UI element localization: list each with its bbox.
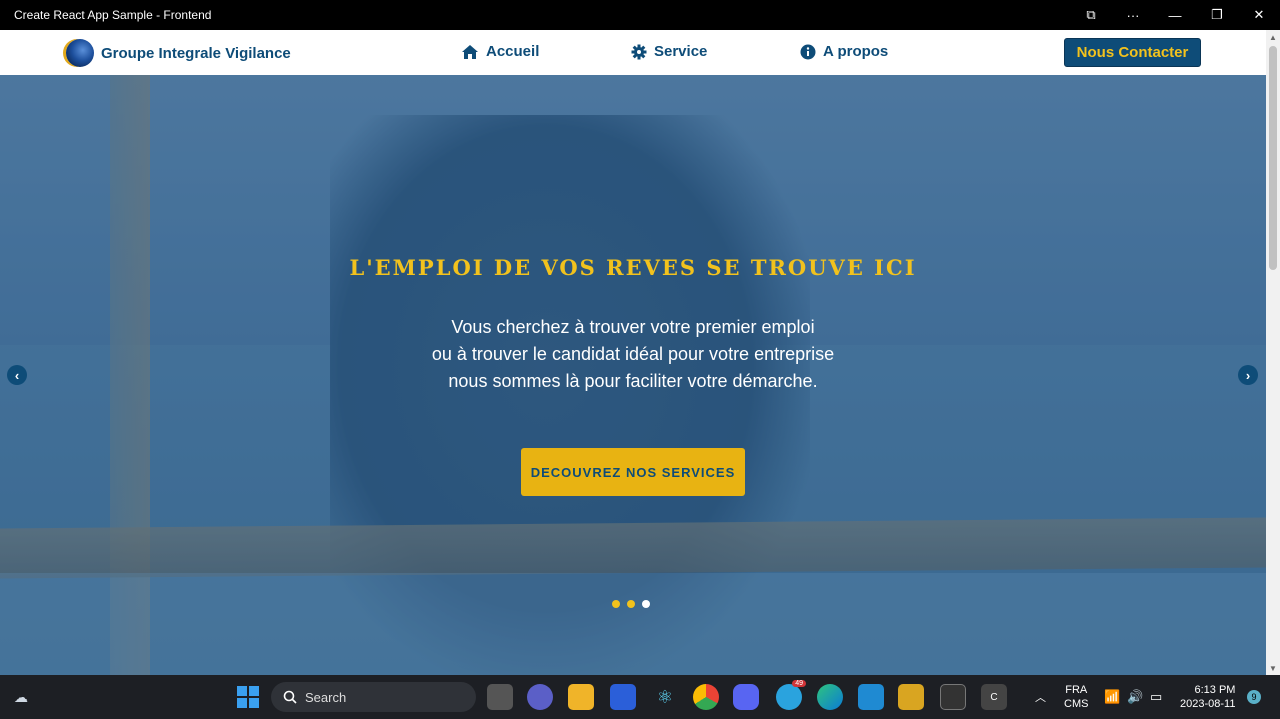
window-titlebar: Create React App Sample - Frontend ⧉ ···… (0, 0, 1280, 30)
restore-button[interactable]: ❐ (1196, 0, 1238, 30)
nav-item-a-propos[interactable]: A propos (800, 43, 888, 60)
clock[interactable]: 6:13 PM 2023-08-11 (1180, 675, 1235, 719)
tray-chevron-icon[interactable]: ︿ (1035, 675, 1046, 719)
hero-text: Vous cherchez à trouver votre premier em… (0, 314, 1266, 395)
navbar: Groupe Integrale Vigilance Accueil Servi… (0, 30, 1266, 75)
clock-date: 2023-08-11 (1180, 698, 1236, 710)
carousel-prev-button[interactable]: ‹ (7, 365, 27, 385)
hero-carousel: L'EMPLOI DE VOS REVES SE TROUVE ICI Vous… (0, 75, 1266, 675)
page-viewport: Groupe Integrale Vigilance Accueil Servi… (0, 30, 1280, 675)
teams-icon[interactable] (527, 684, 553, 710)
nav-item-label: A propos (823, 43, 889, 60)
brand-link[interactable]: Groupe Integrale Vigilance (66, 39, 291, 67)
hero-title: L'EMPLOI DE VOS REVES SE TROUVE ICI (349, 255, 917, 280)
search-icon (283, 690, 297, 704)
carousel-dot[interactable] (612, 600, 620, 608)
hero-line: Vous cherchez à trouver votre premier em… (451, 317, 815, 337)
windows-start-icon[interactable] (235, 684, 261, 710)
file-explorer-icon[interactable] (568, 684, 594, 710)
taskbar: ☁ Search ⚛ 49 C ︿ FRA CMS 📶 🔊 ▭ 6:13 PM … (0, 675, 1280, 719)
carousel-next-button[interactable]: › (1238, 365, 1258, 385)
brand-name: Groupe Integrale Vigilance (101, 44, 291, 62)
hero-line: ou à trouver le candidat idéal pour votr… (431, 344, 835, 364)
gear-icon (631, 44, 647, 59)
nav-item-label: Accueil (486, 43, 540, 60)
weather-icon[interactable]: ☁ (8, 684, 34, 710)
carousel-dot[interactable] (627, 600, 635, 608)
nav-item-service[interactable]: Service (631, 43, 707, 60)
app-icon[interactable] (610, 684, 636, 710)
contact-button[interactable]: Nous Contacter (1064, 38, 1201, 67)
active-app-icon[interactable]: C (981, 684, 1007, 710)
telegram-icon[interactable]: 49 (776, 680, 806, 710)
window-title: Create React App Sample - Frontend (14, 8, 212, 22)
nav-item-label: Service (654, 43, 708, 60)
nav-item-accueil[interactable]: Accueil (461, 43, 539, 60)
clock-time: 6:13 PM (1194, 684, 1236, 696)
edge-icon[interactable] (817, 684, 843, 710)
keyboard-label: CMS (1064, 698, 1089, 710)
task-view-icon[interactable] (487, 684, 513, 710)
wifi-icon[interactable]: 📶 (1104, 675, 1120, 719)
carousel-dot-active[interactable] (642, 600, 650, 608)
info-icon (800, 44, 816, 59)
close-button[interactable]: ✕ (1238, 0, 1280, 30)
vscode-icon[interactable] (858, 684, 884, 710)
telegram-badge: 49 (792, 680, 806, 687)
battery-icon[interactable]: ▭ (1150, 675, 1162, 719)
archive-icon[interactable] (898, 684, 924, 710)
more-icon[interactable]: ··· (1112, 0, 1154, 30)
globe-logo-icon (66, 39, 94, 67)
language-indicator[interactable]: FRA CMS (1064, 675, 1088, 719)
scrollbar-thumb[interactable] (1269, 46, 1277, 270)
cast-icon[interactable]: ⧉ (1070, 0, 1112, 30)
page-scrollbar[interactable]: ▲ ▼ (1266, 30, 1280, 675)
discord-icon[interactable] (733, 684, 759, 710)
notification-count-badge: 9 (1247, 690, 1261, 704)
scroll-down-icon[interactable]: ▼ (1266, 661, 1280, 675)
minimize-button[interactable]: — (1154, 0, 1196, 30)
discover-services-button[interactable]: DECOUVREZ NOS SERVICES (521, 448, 745, 496)
home-icon (462, 44, 478, 59)
react-icon[interactable]: ⚛ (652, 684, 678, 710)
search-label: Search (305, 689, 347, 705)
scroll-up-icon[interactable]: ▲ (1266, 30, 1280, 44)
taskbar-search-input[interactable]: Search (271, 682, 476, 712)
notification-center[interactable]: 9 (1247, 675, 1261, 719)
hero-line: nous sommes là pour faciliter votre déma… (448, 371, 818, 391)
volume-icon[interactable]: 🔊 (1127, 675, 1143, 719)
chrome-icon[interactable] (693, 684, 719, 710)
terminal-icon[interactable] (940, 684, 966, 710)
language-label: FRA (1065, 684, 1088, 696)
carousel-indicators (612, 600, 650, 608)
